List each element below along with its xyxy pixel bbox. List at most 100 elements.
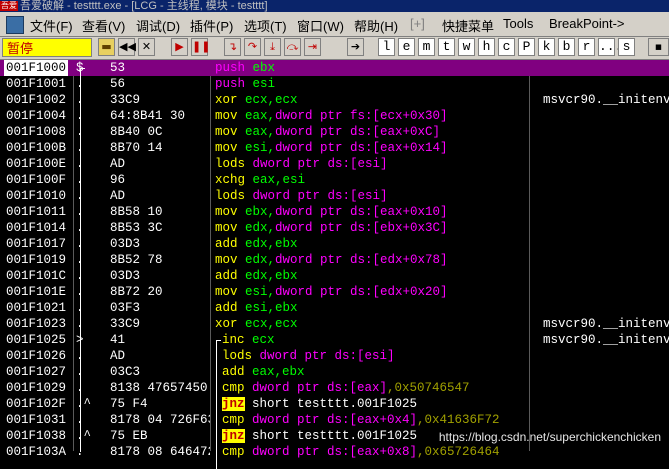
menu-debug[interactable]: 调试(D) bbox=[136, 16, 180, 35]
menu-file[interactable]: 文件(F) bbox=[30, 16, 73, 35]
hex-dump-cell: 03C3 bbox=[110, 365, 141, 379]
hex-dump-cell: 03D3 bbox=[110, 237, 141, 251]
mnemonic: mov bbox=[215, 141, 238, 155]
toolbar-overflow-icon[interactable]: ▪ bbox=[648, 38, 669, 56]
disasm-row[interactable]: 001F1008. 8B40 0C mov eax,dword ptr ds:[ea… bbox=[0, 124, 669, 140]
execute-till-return-icon[interactable]: ⇥ bbox=[304, 38, 321, 56]
disasm-row[interactable]: 001F1025 >41 inc ecx msvcr90.__initenv bbox=[0, 332, 669, 348]
disasm-row[interactable]: 001F1001. 56 push esi bbox=[0, 76, 669, 92]
menu-tools[interactable]: Tools bbox=[503, 16, 533, 31]
menu-plugins[interactable]: 插件(P) bbox=[190, 16, 233, 35]
flow-marker: .^ bbox=[76, 397, 92, 411]
disasm-row[interactable]: 001F1004. 64:8B41 30 mov eax,dword ptr fs:… bbox=[0, 108, 669, 124]
menu-options[interactable]: 选项(T) bbox=[244, 16, 287, 35]
address-cell: 001F1029 bbox=[6, 381, 67, 395]
hex-dump-cell: 8B53 3C bbox=[110, 221, 163, 235]
disasm-row[interactable]: 001F101E. 8B72 20 mov esi,dword ptr ds:[ed… bbox=[0, 284, 669, 300]
mnemonic: inc bbox=[222, 333, 245, 347]
breakpoints-button[interactable]: b bbox=[558, 38, 575, 56]
operand: eax,esi bbox=[245, 173, 306, 187]
mnemonic: xor bbox=[215, 93, 238, 107]
disasm-row[interactable]: 001F1026. AD lods dword ptr ds:[esi] bbox=[0, 348, 669, 364]
disasm-row[interactable]: 001F100E. AD lods dword ptr ds:[esi] bbox=[0, 156, 669, 172]
hex-dump-cell: 8B70 14 bbox=[110, 141, 163, 155]
mnemonic: mov bbox=[215, 109, 238, 123]
run-trace-button[interactable]: ... bbox=[598, 38, 622, 56]
operand: edx, bbox=[237, 253, 276, 267]
call-stack-button[interactable]: k bbox=[538, 38, 555, 56]
disasm-row[interactable]: 001F1011. 8B58 10 mov ebx,dword ptr ds:[ea… bbox=[0, 204, 669, 220]
references-button[interactable]: r bbox=[578, 38, 595, 56]
address-cell: 001F1002 bbox=[6, 93, 67, 107]
threads-button[interactable]: t bbox=[438, 38, 455, 56]
address-cell: 001F1014 bbox=[6, 221, 67, 235]
comment-cell: msvcr90.__initenv bbox=[543, 333, 669, 347]
disasm-row[interactable]: 001F1027. 03C3 add eax,ebx bbox=[0, 364, 669, 380]
address-cell: 001F1017 bbox=[6, 237, 67, 251]
mnemonic: add bbox=[222, 365, 245, 379]
disasm-row[interactable]: 001F1000 $53 push ebx bbox=[0, 60, 669, 76]
mnemonic: push bbox=[215, 61, 246, 75]
address-cell: 001F1019 bbox=[6, 253, 67, 267]
instruction-cell: xor ecx,ecx bbox=[215, 92, 298, 108]
disasm-row[interactable]: 001F1029. 8138 47657450 cmp dword ptr ds:[… bbox=[0, 380, 669, 396]
menu-plus[interactable]: [+] bbox=[410, 16, 425, 31]
menu-window[interactable]: 窗口(W) bbox=[297, 16, 344, 35]
source-button[interactable]: s bbox=[618, 38, 635, 56]
flow-marker: . bbox=[76, 365, 84, 379]
comment-cell: msvcr90.__initenv bbox=[543, 317, 669, 331]
handles-button[interactable]: h bbox=[478, 38, 495, 56]
instruction-cell: xchg eax,esi bbox=[215, 172, 305, 188]
close-x-icon[interactable]: ✕ bbox=[138, 38, 155, 56]
menu-view[interactable]: 查看(V) bbox=[82, 16, 125, 35]
menu-help[interactable]: 帮助(H) bbox=[354, 16, 398, 35]
disasm-row[interactable]: 001F103A. 8178 08 64647265 cmp dword ptr d… bbox=[0, 444, 669, 460]
flow-marker: . bbox=[76, 157, 84, 171]
disasm-row[interactable]: 001F101C. 03D3 add edx,ebx bbox=[0, 268, 669, 284]
disasm-row[interactable]: 001F100B. 8B70 14 mov esi,dword ptr ds:[ea… bbox=[0, 140, 669, 156]
disasm-row[interactable]: 001F1017. 03D3 add edx,ebx bbox=[0, 236, 669, 252]
address-cell: 001F1026 bbox=[6, 349, 67, 363]
system-menu-icon[interactable] bbox=[6, 16, 24, 34]
windows-button[interactable]: w bbox=[458, 38, 475, 56]
address-cell: 001F1038 bbox=[6, 429, 67, 443]
cpu-button[interactable]: c bbox=[498, 38, 515, 56]
memory-map-button[interactable]: m bbox=[418, 38, 435, 56]
disasm-row[interactable]: 001F1023. 33C9 xor ecx,ecx msvcr90.__initen… bbox=[0, 316, 669, 332]
operand: edx,ebx bbox=[237, 237, 298, 251]
disasm-row[interactable]: 001F102F .^ 75 F4 jnz short testttt.001F102… bbox=[0, 396, 669, 412]
disasm-row[interactable]: 001F100F. 96 xchg eax,esi bbox=[0, 172, 669, 188]
patches-button[interactable]: P bbox=[518, 38, 535, 56]
rewind-icon[interactable]: ◀◀ bbox=[118, 38, 136, 56]
disasm-row[interactable]: 001F1002. 33C9 xor ecx,ecx msvcr90.__initen… bbox=[0, 92, 669, 108]
function-bracket bbox=[80, 68, 85, 452]
open-folder-icon[interactable]: ▬ bbox=[98, 38, 115, 56]
executables-button[interactable]: e bbox=[398, 38, 415, 56]
menu-shortcuts[interactable]: 快捷菜单 bbox=[442, 16, 494, 35]
instruction-cell: jnz short testttt.001F1025 bbox=[222, 428, 417, 444]
mnemonic: lods bbox=[222, 349, 253, 363]
goto-icon[interactable]: ➔ bbox=[347, 38, 364, 56]
run-icon[interactable]: ▶ bbox=[171, 38, 188, 56]
hex-dump-cell: 8178 04 726F6341 bbox=[110, 413, 210, 427]
app-icon: 吾爱 bbox=[0, 1, 18, 11]
mnemonic: lods bbox=[215, 157, 246, 171]
instruction-cell: add edx,ebx bbox=[215, 236, 298, 252]
instruction-cell: lods dword ptr ds:[esi] bbox=[215, 156, 388, 172]
disasm-row[interactable]: 001F1019. 8B52 78 mov edx,dword ptr ds:[ed… bbox=[0, 252, 669, 268]
disasm-row[interactable]: 001F1031. 8178 04 726F6341 cmp dword ptr d… bbox=[0, 412, 669, 428]
window-titlebar[interactable]: 吾爱 吾爱破解 - testttt.exe - [LCG - 主线程, 模块 - … bbox=[0, 0, 669, 12]
disasm-row[interactable]: 001F1021. 03F3 add esi,ebx bbox=[0, 300, 669, 316]
step-into-icon[interactable]: ↴ bbox=[224, 38, 241, 56]
menu-breakpoint[interactable]: BreakPoint-> bbox=[549, 16, 625, 31]
log-window-button[interactable]: l bbox=[378, 38, 395, 56]
hex-dump-cell: 8B40 0C bbox=[110, 125, 163, 139]
disassembly-pane[interactable]: 001F1000 $53 push ebx 001F1001. 56 push esi 00… bbox=[0, 60, 669, 469]
step-over-icon[interactable]: ↷ bbox=[244, 38, 261, 56]
pause-icon[interactable]: ❚❚ bbox=[191, 38, 210, 56]
trace-into-icon[interactable]: ⤓ bbox=[264, 38, 281, 56]
hex-dump-cell: 33C9 bbox=[110, 93, 141, 107]
disasm-row[interactable]: 001F1014. 8B53 3C mov edx,dword ptr ds:[eb… bbox=[0, 220, 669, 236]
trace-over-icon[interactable]: ⤼ bbox=[284, 38, 301, 56]
disasm-row[interactable]: 001F1010. AD lods dword ptr ds:[esi] bbox=[0, 188, 669, 204]
